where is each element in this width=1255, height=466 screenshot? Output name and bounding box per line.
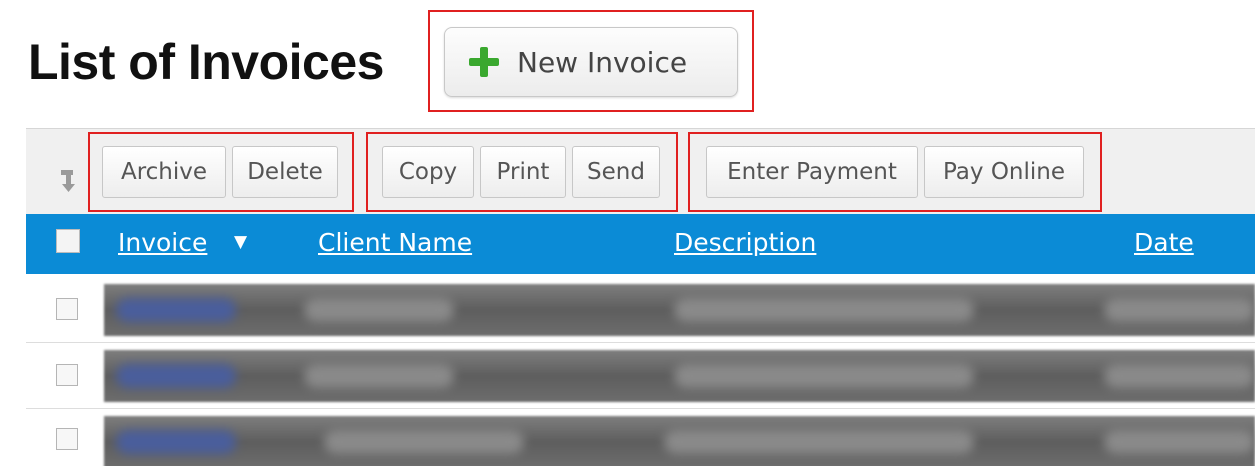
row-divider	[26, 342, 1255, 343]
row-checkbox[interactable]	[56, 428, 78, 450]
sort-icon[interactable]	[60, 168, 82, 194]
table-header	[26, 214, 1255, 274]
new-invoice-highlight	[428, 10, 754, 112]
copy-print-send-highlight	[366, 132, 678, 212]
table-row[interactable]	[104, 350, 1255, 402]
column-header-invoice[interactable]: Invoice	[118, 228, 207, 257]
table-row[interactable]	[104, 416, 1255, 466]
column-header-date[interactable]: Date	[1134, 228, 1194, 257]
row-checkbox[interactable]	[56, 298, 78, 320]
invoice-list-page: List of Invoices New Invoice Archive Del…	[0, 0, 1255, 466]
column-header-client-name[interactable]: Client Name	[318, 228, 472, 257]
archive-delete-highlight	[88, 132, 354, 212]
page-title: List of Invoices	[28, 34, 384, 90]
row-divider	[26, 408, 1255, 409]
dropdown-caret-icon[interactable]: ▼	[234, 232, 247, 252]
column-header-description[interactable]: Description	[674, 228, 816, 257]
table-row[interactable]	[104, 284, 1255, 336]
payment-highlight	[688, 132, 1102, 212]
row-checkbox[interactable]	[56, 364, 78, 386]
select-all-checkbox[interactable]	[56, 229, 80, 253]
